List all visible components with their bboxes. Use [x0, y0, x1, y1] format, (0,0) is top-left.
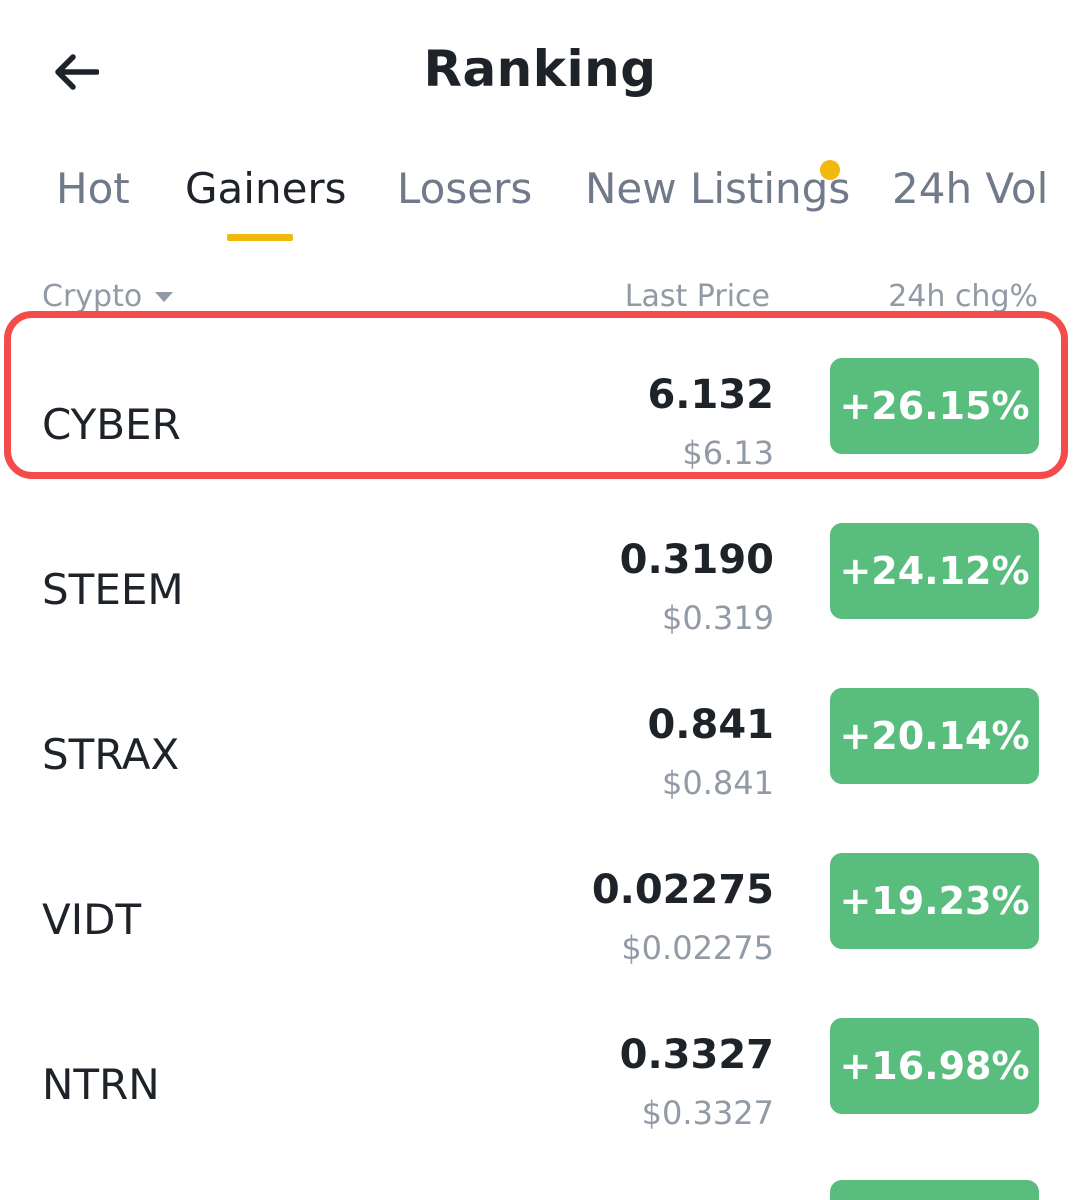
- list-item[interactable]: VIDT 0.02275 $0.02275 +19.23%: [0, 817, 1080, 982]
- change-badge: +20.14%: [830, 688, 1039, 784]
- notification-dot: [820, 160, 840, 180]
- coin-symbol: VIDT: [42, 895, 142, 944]
- list-item[interactable]: CYBER 6.132 $6.13 +26.15%: [0, 322, 1080, 487]
- change-badge: +26.15%: [830, 358, 1039, 454]
- tab-hot[interactable]: Hot: [56, 164, 130, 213]
- crypto-column-label: Crypto: [42, 279, 143, 314]
- usd-price: $6.13: [682, 434, 774, 472]
- change-badge: +24.12%: [830, 523, 1039, 619]
- caret-down-icon: [155, 291, 174, 302]
- coin-symbol: NTRN: [42, 1060, 160, 1109]
- tab-new-listings[interactable]: New Listings: [585, 164, 850, 213]
- usd-price: $0.3327: [641, 1094, 774, 1132]
- change-badge: +16.98%: [830, 1018, 1039, 1114]
- change-badge: +19.23%: [830, 853, 1039, 949]
- header: Ranking: [0, 0, 1080, 140]
- usd-price: $0.319: [662, 599, 774, 637]
- change-column-label[interactable]: 24h chg%: [888, 279, 1038, 314]
- usd-price: $0.02275: [621, 929, 774, 967]
- crypto-sort-header[interactable]: Crypto: [42, 279, 174, 314]
- tab-24h-vol[interactable]: 24h Vol: [892, 164, 1048, 213]
- coin-symbol: CYBER: [42, 400, 181, 449]
- tab-gainers[interactable]: Gainers: [185, 164, 347, 213]
- last-price: 0.3327: [619, 1032, 774, 1078]
- column-headers: Crypto Last Price 24h chg%: [0, 275, 1080, 315]
- last-price-column-label[interactable]: Last Price: [625, 279, 770, 314]
- list-item[interactable]: STEEM 0.3190 $0.319 +24.12%: [0, 487, 1080, 652]
- usd-price: $0.841: [662, 764, 774, 802]
- change-badge-partial: [830, 1180, 1039, 1200]
- page-title: Ranking: [423, 40, 657, 98]
- active-tab-indicator: [227, 234, 293, 241]
- last-price: 6.132: [647, 372, 774, 418]
- coin-symbol: STEEM: [42, 565, 184, 614]
- list-item[interactable]: STRAX 0.841 $0.841 +20.14%: [0, 652, 1080, 817]
- last-price: 0.841: [647, 702, 774, 748]
- list-item[interactable]: NTRN 0.3327 $0.3327 +16.98%: [0, 982, 1080, 1147]
- last-price: 0.3190: [619, 537, 774, 583]
- last-price: 0.02275: [591, 867, 774, 913]
- tab-bar: Hot Gainers Losers New Listings 24h Vol: [0, 160, 1080, 250]
- tab-losers[interactable]: Losers: [397, 164, 532, 213]
- coin-symbol: STRAX: [42, 730, 180, 779]
